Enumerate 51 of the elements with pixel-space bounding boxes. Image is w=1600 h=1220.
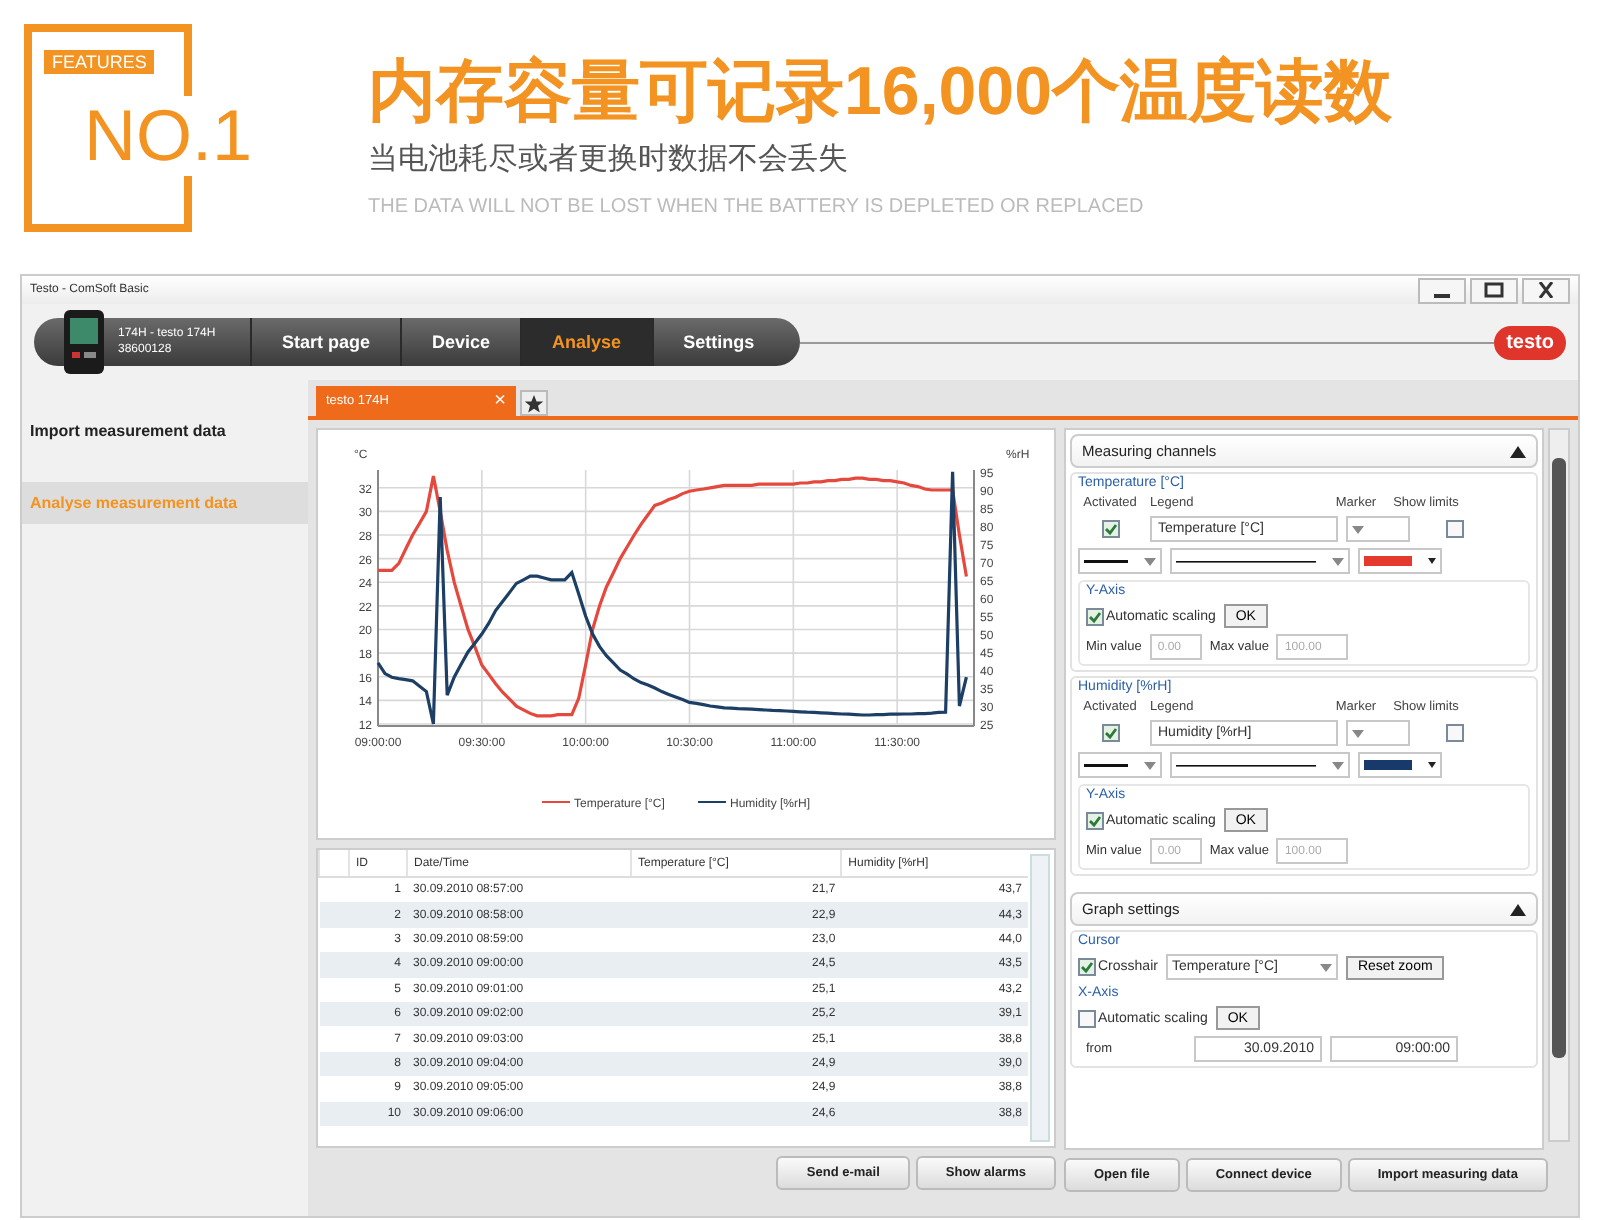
checkbox[interactable]: [1086, 811, 1104, 829]
subheadline: 当电池耗尽或者更换时数据不会丢失: [368, 140, 850, 178]
caret-icon: [1319, 963, 1332, 971]
nav-tab[interactable]: Analyse: [520, 318, 652, 366]
scrollbar[interactable]: [1548, 428, 1570, 1142]
checkbox[interactable]: [1078, 1009, 1096, 1027]
headline: 内存容量可记录16,000个温度读数: [368, 52, 1392, 134]
collapse-icon: [1510, 903, 1526, 915]
line-sample-icon: [1176, 557, 1316, 565]
checkbox[interactable]: [1078, 958, 1096, 976]
caret-icon: [1352, 729, 1364, 737]
device-icon: [62, 308, 106, 376]
line-width-dropdown[interactable]: [1078, 752, 1162, 778]
caret-icon: [1428, 558, 1436, 564]
checkbox[interactable]: [1086, 607, 1104, 625]
caret-icon: [1144, 557, 1156, 565]
close-icon: [1536, 282, 1556, 298]
caret-icon: [1332, 761, 1344, 769]
scroll-thumb[interactable]: [1552, 458, 1566, 1058]
line-width-dropdown[interactable]: [1078, 548, 1162, 574]
checkbox[interactable]: [1445, 724, 1463, 742]
restore-icon: [1484, 282, 1504, 298]
logo: testo: [1494, 325, 1566, 359]
marker-dropdown[interactable]: [1346, 516, 1410, 542]
caret-icon: [1144, 761, 1156, 769]
features-badge: FEATURES: [44, 50, 155, 74]
new-tab-button[interactable]: [520, 390, 548, 416]
scrollbar[interactable]: [1030, 854, 1050, 1142]
minimize-button[interactable]: [1418, 277, 1466, 303]
line-style-dropdown[interactable]: [1170, 548, 1350, 574]
line-sample-icon: [1084, 557, 1128, 565]
line-sample-icon: [1176, 761, 1316, 769]
close-button[interactable]: [1522, 277, 1570, 303]
checkbox[interactable]: [1101, 520, 1119, 538]
caret-icon: [1332, 557, 1344, 565]
line-sample-icon: [1084, 761, 1128, 769]
checkbox[interactable]: [1445, 520, 1463, 538]
line-style-dropdown[interactable]: [1170, 752, 1350, 778]
caret-icon: [1352, 525, 1364, 533]
caret-icon: [1428, 762, 1436, 768]
sidebar-item[interactable]: Import measurement data: [22, 410, 308, 452]
caption: THE DATA WILL NOT BE LOST WHEN THE BATTERY IS DEPLETED OR REPLACED: [368, 196, 1146, 218]
marker-dropdown[interactable]: [1346, 720, 1410, 746]
collapse-icon: [1510, 445, 1526, 457]
nav-tab[interactable]: Start page: [250, 318, 401, 366]
nav-tab[interactable]: Settings: [651, 318, 785, 366]
star-icon: [524, 393, 544, 413]
color-dropdown[interactable]: [1358, 548, 1442, 574]
color-dropdown[interactable]: [1358, 752, 1442, 778]
checkbox[interactable]: [1101, 724, 1119, 742]
restore-button[interactable]: [1470, 277, 1518, 303]
